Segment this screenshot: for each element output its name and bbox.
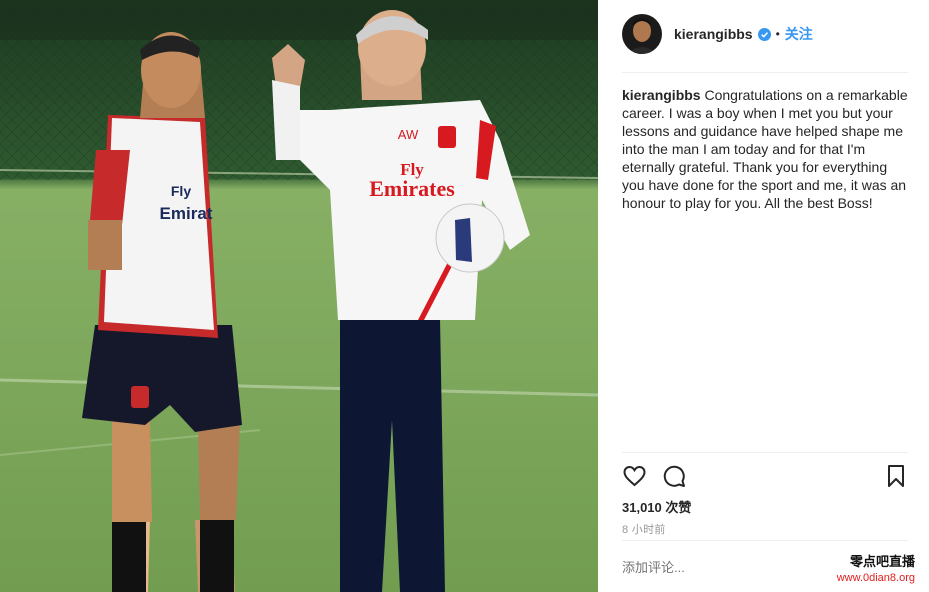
bib-text-fly: Fly [171,183,191,199]
watermark-title: 零点吧直播 [849,554,915,569]
comment-divider [622,540,908,541]
shirt-initials: AW [398,127,419,142]
verified-badge-icon [757,27,771,41]
post-details-panel: kierangibbs • 关注 kierangibbs Congratulat… [598,0,929,592]
actions-divider [622,452,908,453]
bib-text-emirates: Emirat [160,204,213,223]
header-divider [622,72,908,73]
avatar-image [622,14,662,54]
watermark-url: www.0dian8.org [836,572,915,584]
post-actions [622,464,908,490]
post-timestamp: 8 小时前 [622,524,666,536]
caption-author-link[interactable]: kierangibbs [622,87,701,103]
caption-text: Congratulations on a remarkable career. … [622,87,908,211]
avatar[interactable] [622,14,662,54]
likes-number: 31,010 [622,500,662,515]
post-photo[interactable]: Fly Emirat AW Fly Emirates [0,0,598,592]
post-caption: kierangibbs Congratulations on a remarka… [622,86,912,212]
separator-dot: • [775,27,780,41]
post-header: kierangibbs • 关注 [622,14,908,54]
comment-icon[interactable] [662,464,686,488]
training-photo: Fly Emirat AW Fly Emirates [0,0,598,592]
likes-label: 次赞 [665,500,692,515]
bookmark-icon[interactable] [886,464,906,488]
username-link[interactable]: kierangibbs [674,26,753,42]
shirt-text-emirates: Emirates [369,176,455,201]
follow-button[interactable]: 关注 [785,24,813,44]
likes-count[interactable]: 31,010 次赞 [622,497,691,516]
comment-input[interactable] [622,560,822,575]
watermark: 零点吧直播 www.0dian8.org [837,554,915,586]
heart-icon[interactable] [622,464,647,488]
